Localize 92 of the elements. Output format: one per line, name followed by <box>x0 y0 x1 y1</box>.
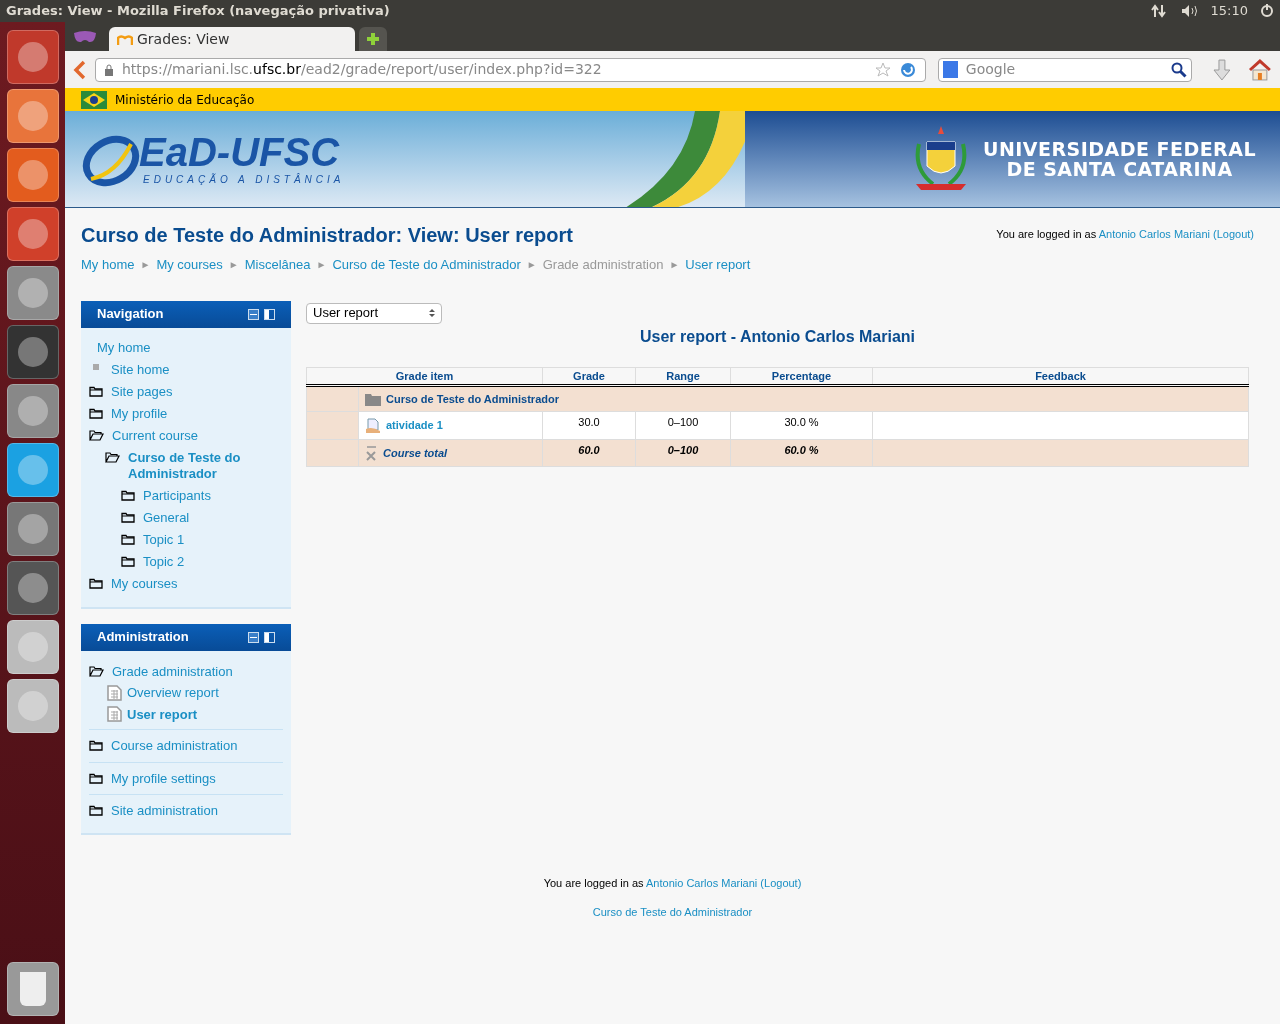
login-text: You are logged in as <box>996 228 1097 240</box>
range-cell: 0–100 <box>635 411 731 440</box>
item-link[interactable]: atividade 1 <box>386 417 443 434</box>
ministry-label: Ministério da Educação <box>115 91 255 109</box>
breadcrumb[interactable]: My home <box>81 255 135 275</box>
logo-subtitle: EDUCAÇÃO A DISTÂNCIA <box>142 172 345 187</box>
window-title: Grades: View - Mozilla Firefox (navegação privativa) <box>6 2 390 21</box>
page-heading: Curso de Teste do Administrador: View: User report <box>81 223 573 248</box>
grade-cell: 60.0 <box>542 439 636 467</box>
url-field[interactable]: https://mariani.lsc.ufsc.br/ead2/grade/report/user/index.php?id=322 <box>94 57 926 82</box>
nav-link[interactable]: Topic 2 <box>143 553 185 570</box>
grade-cell: 30.0 <box>542 411 636 440</box>
breadcrumb[interactable]: Miscelânea <box>244 255 311 275</box>
home-icon[interactable] <box>1248 58 1272 81</box>
logout-link[interactable]: (Logout) <box>1213 228 1254 240</box>
breadcrumb-separator: ► <box>669 258 680 273</box>
collapse-icon[interactable] <box>248 308 259 320</box>
open-folder-icon <box>105 451 120 463</box>
mask-icon <box>73 30 97 44</box>
moodle-icon <box>117 32 133 46</box>
volume-icon[interactable] <box>1180 4 1199 18</box>
percentage-cell: 30.0 % <box>730 411 873 440</box>
percentage-cell: 60.0 % <box>730 439 873 467</box>
network-icon[interactable] <box>1150 4 1169 18</box>
range-cell: 0–100 <box>635 439 731 467</box>
total-label: Course total <box>383 445 448 461</box>
nav-link[interactable]: Site home <box>111 361 170 378</box>
course-link[interactable]: Curso de Teste do Administrador <box>592 904 753 921</box>
open-folder-icon <box>89 429 104 441</box>
column-header: Grade item <box>306 367 543 386</box>
dock-icon[interactable] <box>264 308 275 320</box>
admin-link[interactable]: My profile settings <box>111 768 216 788</box>
column-header: Feedback <box>872 367 1249 386</box>
admin-link[interactable]: Grade administration <box>112 661 233 681</box>
column-header: Grade <box>542 367 636 386</box>
nav-link[interactable]: Site pages <box>111 383 173 400</box>
spinner-arrows-icon <box>429 308 435 318</box>
breadcrumb-separator: ► <box>526 258 537 273</box>
power-icon[interactable] <box>1260 4 1274 18</box>
breadcrumb-separator: ► <box>140 258 151 273</box>
nav-link[interactable]: Topic 1 <box>143 531 185 548</box>
user-link[interactable]: Antonio Carlos Mariani <box>646 876 758 889</box>
assignment-icon <box>365 417 381 434</box>
reload-icon[interactable] <box>898 60 917 79</box>
report-select[interactable]: User report <box>306 302 442 324</box>
report-icon <box>107 684 122 701</box>
flag-icon <box>81 90 107 109</box>
nav-link[interactable]: My profile <box>111 405 168 422</box>
bullet-icon <box>93 363 99 370</box>
user-link[interactable]: Antonio Carlos Mariani <box>1098 228 1210 240</box>
back-icon[interactable] <box>73 59 87 80</box>
admin-link[interactable]: Overview report <box>127 683 219 703</box>
search-field[interactable]: Google <box>937 57 1193 82</box>
search-icon <box>1171 61 1188 78</box>
open-folder-icon <box>89 665 104 677</box>
category-name: Curso de Teste do Administrador <box>386 391 559 407</box>
logo-text: EaD-UFSC <box>139 131 341 172</box>
dock-icon[interactable] <box>264 631 275 643</box>
breadcrumb[interactable]: My courses <box>156 255 223 275</box>
breadcrumb-separator: ► <box>228 258 239 273</box>
block-title: Navigation <box>97 305 164 324</box>
block-title: Administration <box>97 628 189 647</box>
breadcrumb[interactable]: Grade administration <box>542 255 664 275</box>
google-icon <box>942 61 958 78</box>
report-icon <box>107 706 122 723</box>
new-tab-button[interactable] <box>359 27 387 51</box>
collapse-icon[interactable] <box>248 631 259 643</box>
plus-icon <box>366 32 380 46</box>
nav-link[interactable]: Participants <box>143 487 211 504</box>
logout-link[interactable]: (Logout) <box>760 876 802 889</box>
column-header: Percentage <box>730 367 873 386</box>
breadcrumb[interactable]: User report <box>685 255 751 275</box>
university-name: DE SANTA CATARINA <box>1006 159 1233 179</box>
breadcrumb-separator: ► <box>316 258 327 273</box>
browser-tab[interactable]: Grades: View <box>109 27 355 51</box>
login-text: You are logged in as <box>543 876 644 889</box>
nav-link[interactable]: Current course <box>112 427 198 444</box>
report-title: User report - Antonio Carlos Mariani <box>639 326 916 347</box>
nav-link[interactable]: General <box>143 509 190 526</box>
column-header: Range <box>635 367 731 386</box>
clock[interactable]: 15:10 <box>1210 1 1248 21</box>
lock-icon <box>103 63 114 76</box>
mean-symbol-icon <box>365 445 377 461</box>
admin-link[interactable]: Course administration <box>111 736 238 756</box>
nav-link[interactable]: My home <box>97 339 151 356</box>
admin-link[interactable]: User report <box>127 704 198 724</box>
nav-link[interactable]: Curso de Teste do Administrador <box>128 449 283 482</box>
admin-link[interactable]: Site administration <box>111 801 218 821</box>
university-name: UNIVERSIDADE FEDERAL <box>983 139 1256 159</box>
star-icon[interactable] <box>874 61 891 78</box>
nav-link[interactable]: My courses <box>111 575 178 592</box>
breadcrumb[interactable]: Curso de Teste do Administrador <box>332 255 521 275</box>
